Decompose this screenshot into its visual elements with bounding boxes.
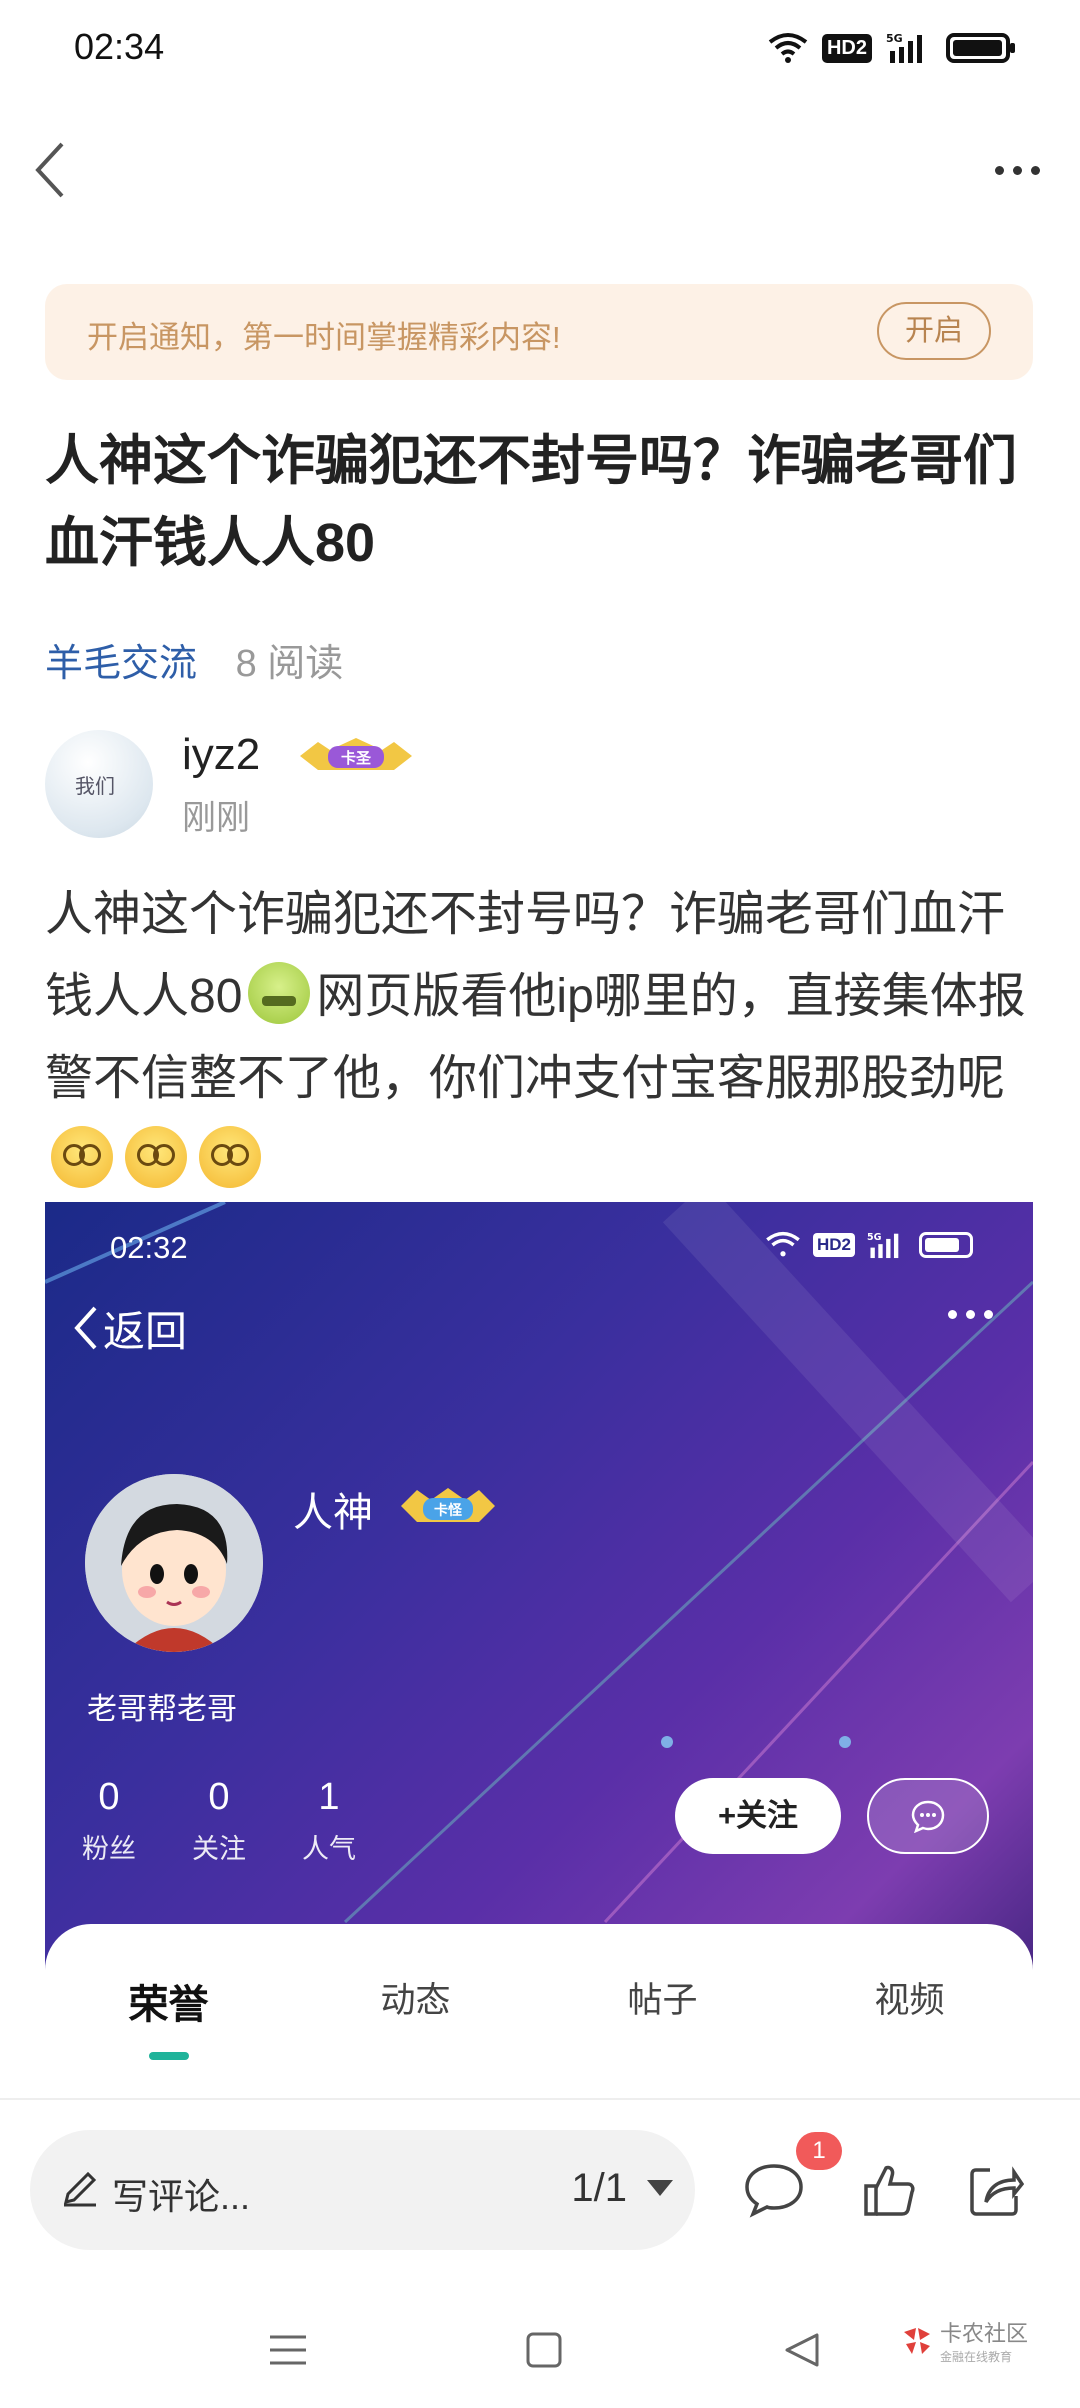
hd-icon: HD2 bbox=[821, 33, 872, 63]
notification-banner: 开启通知，第一时间掌握精彩内容! 开启 bbox=[45, 284, 1033, 380]
enable-notification-button[interactable]: 开启 bbox=[877, 302, 991, 360]
kanong-logo-icon bbox=[904, 2327, 930, 2354]
signal-icon: 5G bbox=[867, 1232, 899, 1259]
back-nav-button[interactable] bbox=[772, 2320, 832, 2380]
user-badge-text: 卡怪 bbox=[434, 1502, 463, 1519]
cartoon-avatar-icon bbox=[85, 1474, 263, 1652]
menu-icon bbox=[270, 2335, 306, 2365]
post-image[interactable]: 02:32 HD2 5G 返回 人神 卡怪 老哥帮老哥 0 粉丝 0 关注 1 … bbox=[45, 1202, 1033, 2112]
shot-back-button: 返回 bbox=[73, 1288, 187, 1368]
like-button[interactable] bbox=[850, 2150, 930, 2230]
author-name[interactable]: iyz2 bbox=[182, 730, 260, 780]
back-button[interactable] bbox=[20, 130, 80, 210]
comment-icon bbox=[745, 2164, 803, 2218]
more-horizontal-icon bbox=[948, 1310, 993, 1319]
wifi-icon bbox=[768, 33, 808, 63]
hd-icon: HD2 bbox=[812, 1233, 855, 1257]
comment-input[interactable]: 写评论... 1/1 bbox=[30, 2130, 695, 2250]
battery-icon bbox=[946, 33, 1015, 63]
comment-count-badge: 1 bbox=[796, 2132, 842, 2170]
shot-message-button bbox=[867, 1778, 989, 1854]
wifi-icon bbox=[766, 1231, 800, 1257]
tab-honor: 荣誉 bbox=[79, 1972, 259, 2060]
shot-status-time: 02:32 bbox=[110, 1230, 188, 1265]
pencil-icon bbox=[63, 2171, 97, 2207]
post-body: 人神这个诈骗犯还不封号吗？诈骗老哥们血汗钱人人80 网页版看他ip哪里的，直接集体… bbox=[45, 874, 1040, 1202]
stat-popularity: 1 人气 bbox=[302, 1776, 356, 1864]
dizzy-emoji-icon bbox=[51, 1126, 113, 1188]
status-time: 02:34 bbox=[74, 26, 165, 67]
share-icon bbox=[970, 2166, 1024, 2216]
user-avatar bbox=[85, 1474, 263, 1652]
notice-text: 开启通知，第一时间掌握精彩内容! bbox=[87, 320, 561, 355]
author-level-badge: 卡圣 bbox=[300, 738, 412, 770]
shot-signature: 老哥帮老哥 bbox=[87, 1693, 237, 1726]
page-indicator[interactable]: 1/1 bbox=[571, 2166, 627, 2211]
svg-text:5G: 5G bbox=[886, 32, 903, 45]
tab-videos: 视频 bbox=[874, 1981, 945, 2020]
shot-username: 人神 bbox=[293, 1491, 373, 1535]
user-level-badge: 卡怪 bbox=[401, 1488, 495, 1522]
status-bar: 02:34 HD2 5G bbox=[0, 0, 1080, 100]
chat-bubble-icon bbox=[911, 1800, 945, 1833]
watermark: 卡农社区 金融在线教育 bbox=[900, 2316, 1028, 2365]
author-avatar[interactable]: 我们 bbox=[45, 730, 153, 838]
nav-bar bbox=[0, 120, 1080, 220]
status-icons: HD2 5G bbox=[768, 28, 1015, 68]
thumbs-up-icon bbox=[864, 2165, 915, 2216]
watermark-text: 卡农社区 bbox=[940, 2321, 1029, 2346]
svg-text:5G: 5G bbox=[867, 1232, 882, 1243]
menu-nav-button[interactable] bbox=[258, 2320, 318, 2380]
triangle-back-icon bbox=[785, 2333, 819, 2367]
chevron-left-icon bbox=[74, 1306, 97, 1350]
post-title: 人神这个诈骗犯还不封号吗？诈骗老哥们血汗钱人人80 bbox=[45, 431, 1017, 573]
dizzy-emoji-icon bbox=[125, 1126, 187, 1188]
stat-following: 0 关注 bbox=[192, 1776, 246, 1864]
author-badge-text: 卡圣 bbox=[341, 749, 372, 767]
more-horizontal-icon bbox=[994, 165, 1004, 175]
nauseated-emoji-icon bbox=[248, 962, 311, 1024]
home-nav-button[interactable] bbox=[514, 2320, 574, 2380]
category-link[interactable]: 羊毛交流 bbox=[45, 643, 197, 685]
signal-icon: 5G bbox=[886, 32, 922, 63]
post-time: 刚刚 bbox=[182, 799, 250, 837]
comment-placeholder: 写评论... bbox=[112, 2176, 251, 2217]
square-icon bbox=[526, 2332, 562, 2368]
shot-tabs: 荣誉 动态 帖子 视频 bbox=[45, 1972, 1033, 2060]
watermark-sub: 金融在线教育 bbox=[940, 2350, 1013, 2364]
share-button[interactable] bbox=[956, 2150, 1036, 2230]
shot-back-label: 返回 bbox=[103, 1307, 188, 1355]
shot-follow-button: +关注 bbox=[675, 1778, 841, 1854]
more-button[interactable] bbox=[972, 140, 1062, 200]
divider bbox=[0, 2098, 1080, 2100]
battery-icon bbox=[919, 1232, 973, 1258]
tab-posts: 帖子 bbox=[627, 1981, 698, 2020]
post-meta: 羊毛交流 8 阅读 bbox=[45, 632, 343, 687]
stat-followers: 0 粉丝 bbox=[82, 1776, 136, 1864]
read-count: 8 阅读 bbox=[235, 643, 344, 685]
dizzy-emoji-icon bbox=[199, 1126, 261, 1188]
caret-down-icon[interactable] bbox=[647, 2180, 673, 2196]
shot-status-icons: HD2 5G bbox=[765, 1230, 973, 1260]
tab-activity: 动态 bbox=[380, 1981, 451, 2020]
chevron-left-icon bbox=[35, 142, 64, 198]
